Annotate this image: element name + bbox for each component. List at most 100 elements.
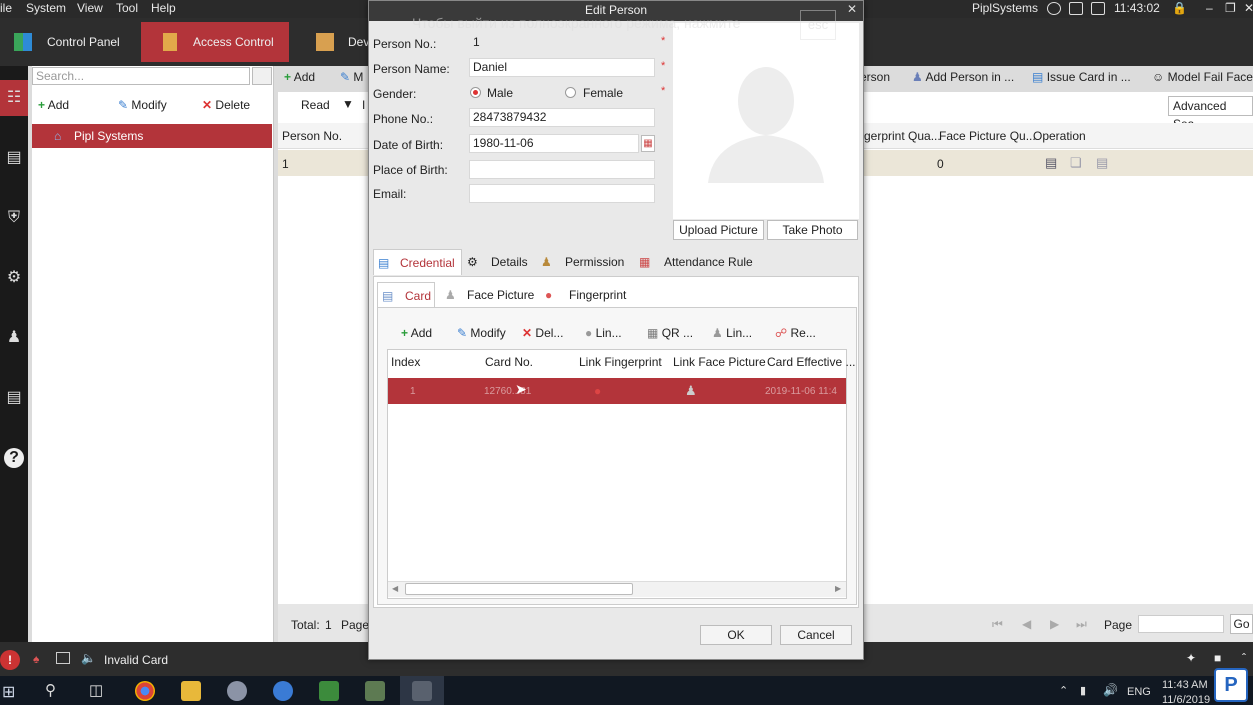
tab-credential[interactable]: ▤ Credential (373, 249, 462, 275)
tray-chevron-icon[interactable]: ⌃ (1059, 684, 1068, 697)
menu-file[interactable]: ile (0, 1, 12, 15)
camtasia-recorder-icon[interactable] (365, 681, 385, 701)
person-name-field[interactable]: Daniel (469, 58, 655, 77)
email-field[interactable] (469, 184, 655, 203)
battery-icon[interactable]: ▮ (1080, 684, 1086, 697)
gender-female-radio[interactable] (565, 87, 576, 98)
windows-start-icon[interactable]: ⊞ (2, 682, 15, 702)
org-modify-button[interactable]: ✎ Modify (118, 98, 167, 112)
search-icon[interactable] (252, 67, 272, 85)
last-page-icon[interactable]: ⏭ (1076, 617, 1087, 632)
col-index[interactable]: Index (391, 355, 420, 369)
org-add-button[interactable]: + Add (38, 98, 69, 112)
person-modify-button[interactable]: ✎ M (340, 70, 363, 84)
person-settings-icon[interactable]: ♟ (4, 328, 24, 348)
import-button[interactable]: I (362, 98, 365, 112)
gender-male-label[interactable]: Male (487, 86, 513, 100)
taskbar-search-icon[interactable]: ⚲ (45, 681, 56, 699)
tree-item-pipl-systems[interactable]: ⌂ Pipl Systems (32, 124, 272, 148)
collapse-icon[interactable]: ˆ (1242, 651, 1246, 665)
globe-icon[interactable] (1047, 2, 1061, 15)
camtasia-icon[interactable] (319, 681, 339, 701)
search-log-icon[interactable]: ▤ (4, 388, 24, 408)
read-button[interactable]: Read (301, 98, 330, 112)
person-add-button[interactable]: + Add (284, 70, 315, 84)
pin-icon[interactable]: ✦ (1186, 651, 1196, 665)
subtab-card[interactable]: ▤ Card (377, 282, 435, 308)
monitor-icon[interactable] (56, 652, 70, 664)
tab-attendance-rule[interactable]: ▦ Attendance Rule (639, 249, 757, 275)
tab-details[interactable]: ⚙ Details (467, 249, 531, 275)
restore-icon[interactable]: ❐ (1225, 1, 1236, 15)
col-link-face-picture[interactable]: Link Face Picture (673, 355, 766, 369)
advanced-search-button[interactable]: Advanced Sea... (1168, 96, 1253, 131)
col-fingerprint-quantity[interactable]: gerprint Qua... (864, 129, 941, 143)
card-add-button[interactable]: + Add (401, 326, 432, 340)
minimize-icon[interactable]: – (1206, 1, 1213, 15)
app-icon[interactable] (227, 681, 247, 701)
menu-tool[interactable]: Tool (116, 1, 138, 15)
col-face-picture-quantity[interactable]: Face Picture Qu... (939, 129, 1036, 143)
place-of-birth-field[interactable] (469, 160, 655, 179)
take-photo-button[interactable]: Take Photo (767, 220, 858, 240)
menu-system[interactable]: System (26, 1, 66, 15)
scroll-left-icon[interactable]: ◀ (392, 584, 398, 593)
task-view-icon[interactable]: ◫ (89, 681, 103, 699)
phone-field[interactable]: 28473879432 (469, 108, 655, 127)
upload-picture-button[interactable]: Upload Picture (673, 220, 764, 240)
col-card-no[interactable]: Card No. (485, 355, 533, 369)
gender-female-label[interactable]: Female (583, 86, 623, 100)
edit-card-icon[interactable]: ▤ (1045, 155, 1057, 171)
person-button[interactable]: erson (860, 70, 890, 84)
help-icon[interactable]: ? (4, 448, 24, 468)
col-card-effective[interactable]: Card Effective ... (767, 355, 855, 369)
schedule-icon[interactable]: ▤ (4, 148, 24, 168)
cancel-button[interactable]: Cancel (780, 625, 852, 645)
alarm-icon[interactable]: ! (0, 650, 20, 670)
next-page-icon[interactable]: ▶ (1050, 617, 1059, 631)
chrome-icon[interactable] (135, 681, 155, 701)
subtab-face-picture[interactable]: ♟ Face Picture (445, 282, 537, 308)
card-link-fingerprint-button[interactable]: ● Lin... (585, 326, 622, 340)
calendar-icon[interactable]: ▦ (641, 135, 655, 152)
card-delete-button[interactable]: ✕ Del... (522, 326, 563, 340)
tab-control-panel[interactable]: Control Panel (8, 22, 138, 62)
card-report-loss-button[interactable]: ☍ Re... (775, 326, 816, 340)
menu-view[interactable]: View (77, 1, 103, 15)
card-link-face-button[interactable]: ♟ Lin... (712, 326, 752, 340)
tab-device[interactable]: Dev (296, 22, 369, 62)
go-button[interactable]: Go (1230, 614, 1253, 634)
ok-button[interactable]: OK (700, 625, 772, 645)
prev-page-icon[interactable]: ◀ (1022, 617, 1031, 631)
search-input[interactable]: Search... (32, 67, 250, 85)
close-icon[interactable]: ✕ (1244, 1, 1253, 15)
col-operation[interactable]: Operation (1033, 129, 1086, 143)
volume-icon[interactable]: 🔊 (1103, 683, 1118, 697)
tab-access-control[interactable]: Access Control (141, 22, 289, 62)
file-explorer-icon[interactable] (181, 681, 201, 701)
browser-icon[interactable] (273, 681, 293, 701)
taskbar-date[interactable]: 11/6/2019 (1162, 694, 1210, 705)
dob-field[interactable]: 1980-11-06 (469, 134, 639, 153)
menu-help[interactable]: Help (151, 1, 176, 15)
gear-icon[interactable]: ⚙ (4, 268, 24, 288)
tab-permission[interactable]: ♟ Permission (541, 249, 631, 275)
alarm-bell-icon[interactable]: ♠ (33, 652, 39, 666)
scrollbar-thumb[interactable] (405, 583, 633, 595)
scroll-right-icon[interactable]: ▶ (835, 584, 841, 593)
col-person-no[interactable]: Person No. (282, 129, 342, 143)
document-icon[interactable]: ▤ (1096, 155, 1108, 171)
taskbar-time[interactable]: 11:43 AM (1162, 679, 1208, 691)
model-fail-face-button[interactable]: ☺ Model Fail Face (1152, 70, 1253, 84)
chevron-down-icon[interactable]: ▼ (342, 97, 354, 111)
add-person-in-button[interactable]: ♟ Add Person in ... (912, 70, 1014, 84)
page-number-input[interactable] (1138, 615, 1224, 633)
lock-icon[interactable]: 🔒 (1172, 1, 1187, 15)
speaker-icon[interactable]: 🔈 (81, 651, 96, 665)
copy-icon[interactable]: ❏ (1070, 155, 1082, 171)
first-page-icon[interactable]: ⏮ (992, 617, 1003, 632)
card-qr-button[interactable]: ▦ QR ... (647, 326, 693, 340)
shield-icon[interactable]: ⛨ (4, 208, 24, 228)
language-indicator[interactable]: ENG (1127, 686, 1151, 698)
org-delete-button[interactable]: ✕ Delete (202, 98, 250, 112)
